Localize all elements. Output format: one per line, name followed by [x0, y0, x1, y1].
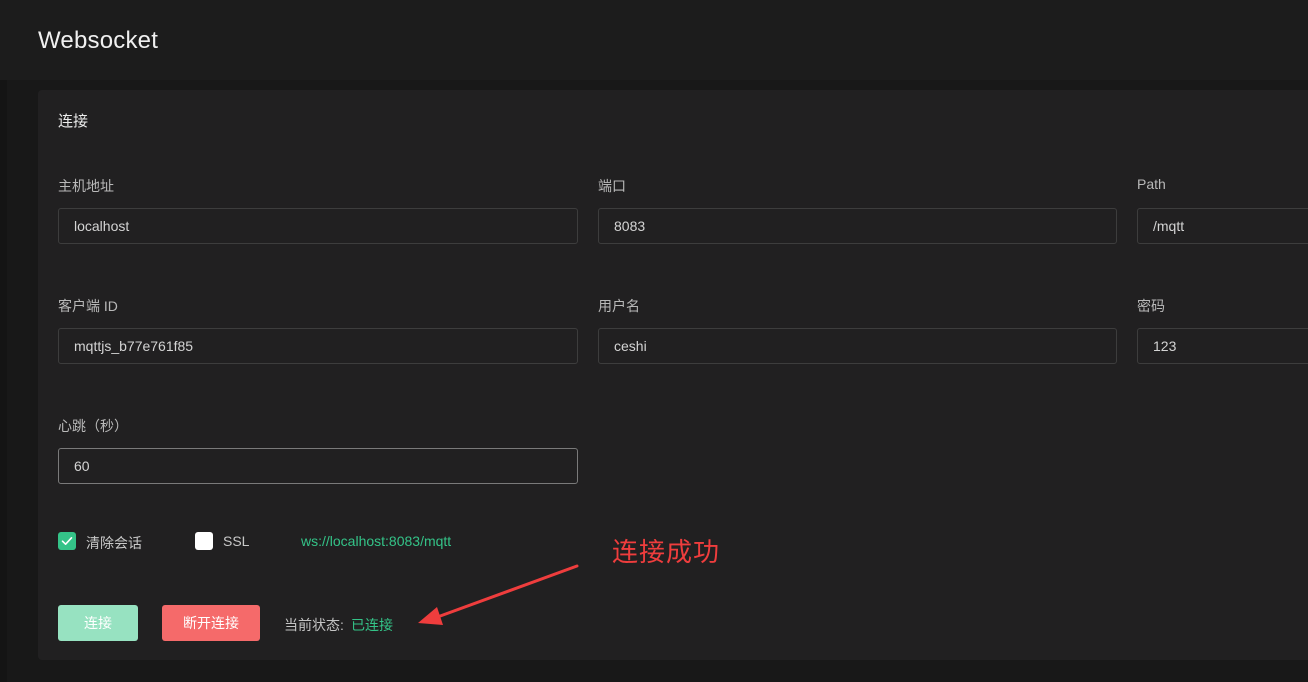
ssl-checkbox[interactable] — [195, 532, 213, 550]
status-value: 已连接 — [351, 617, 393, 633]
disconnect-button[interactable]: 断开连接 — [162, 605, 260, 641]
password-input[interactable] — [1137, 328, 1308, 364]
connection-card: 连接 主机地址 端口 Path 客户端 ID 用户名 密码 心跳（秒） 清除会话… — [38, 90, 1308, 660]
clean-session-label[interactable]: 清除会话 — [86, 533, 142, 553]
ssl-label[interactable]: SSL — [223, 533, 249, 549]
host-input[interactable] — [58, 208, 578, 244]
client-id-label: 客户端 ID — [58, 298, 118, 314]
success-annotation: 连接成功 — [612, 537, 721, 567]
page-title: Websocket — [38, 27, 159, 54]
password-label: 密码 — [1137, 298, 1165, 314]
username-label: 用户名 — [598, 298, 640, 314]
check-icon — [61, 537, 73, 545]
keepalive-input[interactable] — [58, 448, 578, 484]
status-label: 当前状态: — [284, 617, 344, 633]
keepalive-label: 心跳（秒） — [58, 418, 128, 434]
port-label: 端口 — [598, 178, 626, 194]
host-label: 主机地址 — [58, 178, 114, 194]
card-title: 连接 — [58, 113, 89, 130]
username-input[interactable] — [598, 328, 1117, 364]
left-edge-strip-top — [0, 0, 7, 80]
page-header — [7, 0, 1308, 80]
clean-session-checkbox[interactable] — [58, 532, 76, 550]
left-edge-strip — [0, 0, 7, 682]
client-id-input[interactable] — [58, 328, 578, 364]
path-input[interactable] — [1137, 208, 1308, 244]
port-input[interactable] — [598, 208, 1117, 244]
websocket-url: ws://localhost:8083/mqtt — [301, 533, 452, 549]
connect-button[interactable]: 连接 — [58, 605, 138, 641]
path-label: Path — [1137, 176, 1166, 192]
